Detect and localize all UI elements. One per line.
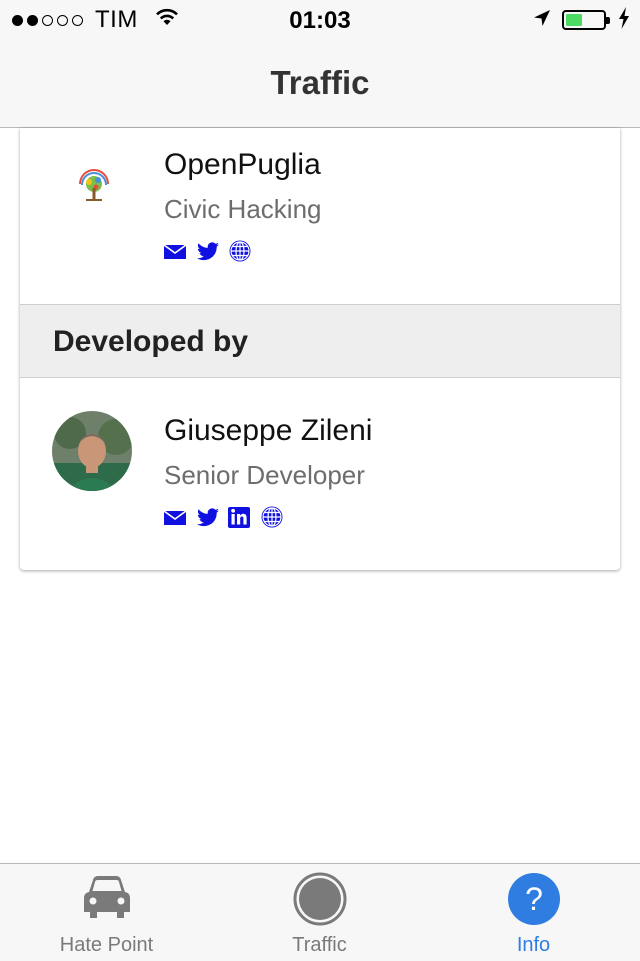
record-circle-icon [293,872,347,931]
tree-logo-icon [79,169,109,201]
organization-links [163,239,252,263]
avatar-photo [52,411,132,491]
navigation-bar: Traffic [0,40,640,128]
page-title: Traffic [270,64,370,101]
organization-role: Civic Hacking [164,194,322,224]
linkedin-icon[interactable] [228,505,252,529]
tab-traffic[interactable]: Traffic [213,864,426,961]
battery-icon [562,10,610,30]
charging-bolt-icon [618,6,630,34]
question-circle-icon: ? [507,872,561,931]
location-arrow-icon [532,8,552,33]
developer-name: Giuseppe Zileni [164,414,373,447]
status-bar: TIM 01:03 [0,0,640,40]
website-globe-icon[interactable] [260,505,284,529]
tab-label: Hate Point [59,934,154,956]
tab-label: Traffic [292,934,347,956]
organization-name: OpenPuglia [164,148,321,181]
twitter-icon[interactable] [196,505,220,529]
organization-logo [72,164,116,208]
car-icon [82,874,132,925]
section-title: Developed by [53,325,249,358]
tab-bar: Hate Point Traffic ? Info [0,863,640,961]
avatar [52,411,132,491]
svg-text:?: ? [525,881,543,917]
section-header: Developed by [20,304,620,378]
developer-role: Senior Developer [164,460,365,490]
tab-hate-point[interactable]: Hate Point [0,864,213,961]
email-icon[interactable] [163,239,188,263]
battery-level [566,14,583,26]
developer-links [163,505,284,529]
tab-label: Info [516,934,551,956]
twitter-icon[interactable] [196,239,220,263]
status-right [532,6,630,34]
info-card: OpenPuglia Civic Hacking Developed by Gi… [20,128,620,570]
email-icon[interactable] [163,505,188,529]
website-globe-icon[interactable] [228,239,252,263]
tab-info[interactable]: ? Info [427,864,640,961]
